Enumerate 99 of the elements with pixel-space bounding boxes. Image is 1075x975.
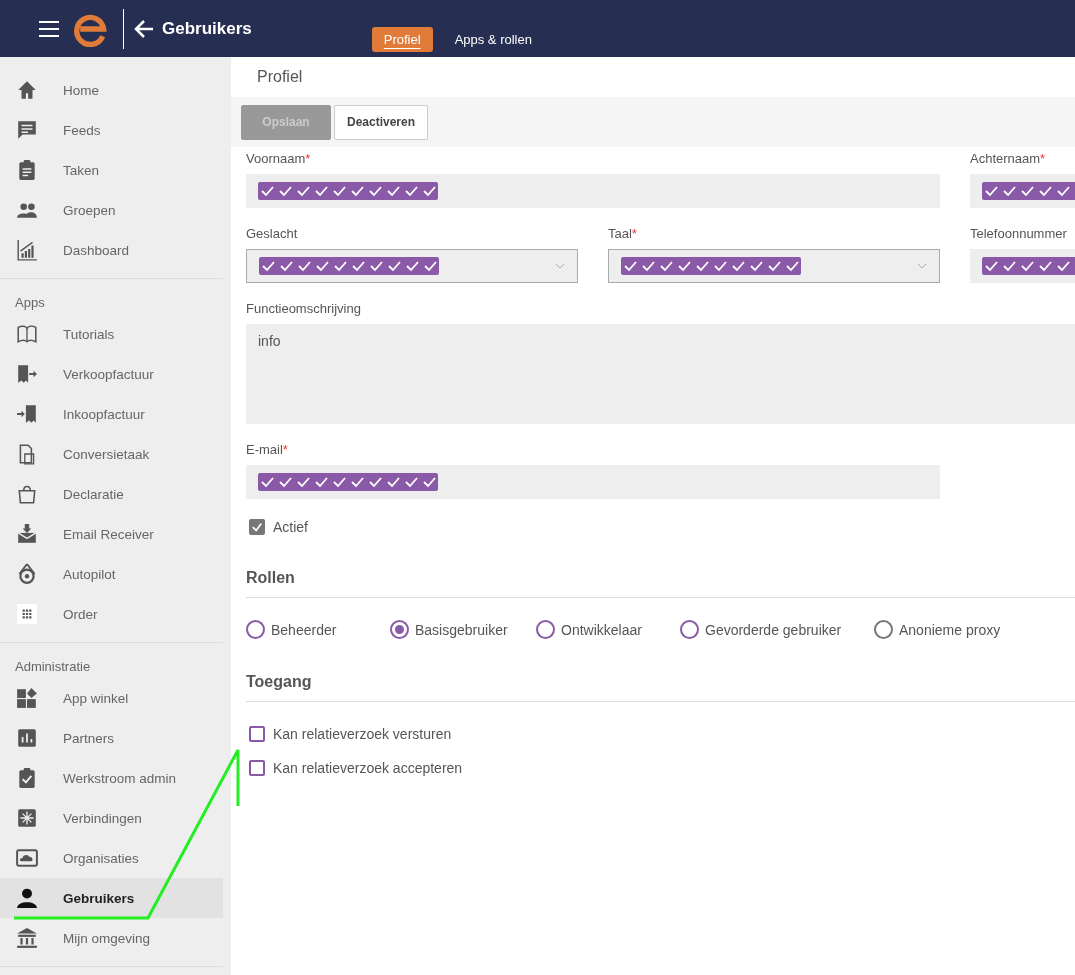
sidebar-item[interactable]: Taken xyxy=(0,150,223,190)
field-label: Voornaam* xyxy=(246,151,312,166)
sidebar-label: Declaratie xyxy=(63,486,124,502)
radio-button[interactable] xyxy=(536,620,555,639)
field-label: Achternaam* xyxy=(970,151,1047,166)
sidebar-item[interactable]: Home xyxy=(0,70,223,110)
radio-label: Anonieme proxy xyxy=(899,621,1001,638)
bar-chart-icon xyxy=(16,727,38,749)
sidebar-label: App winkel xyxy=(63,690,129,706)
tab[interactable]: Apps & rollen xyxy=(442,27,544,52)
section-heading: Administratie xyxy=(14,658,92,676)
checkbox-label: Kan relatieverzoek accepteren xyxy=(273,760,463,776)
sidebar-label: Feeds xyxy=(63,122,101,138)
sidebar-item[interactable]: Groepen xyxy=(0,190,223,230)
sidebar-item[interactable]: Autopilot xyxy=(0,554,223,594)
checkbox[interactable] xyxy=(249,760,265,776)
chat-icon xyxy=(16,119,38,141)
chevron-down-icon xyxy=(555,263,565,269)
radio-label: Basisgebruiker xyxy=(415,621,508,638)
checkbox-label: Actief xyxy=(273,519,308,535)
sidebar-label: Dashboard xyxy=(63,242,130,258)
sidebar-item[interactable]: Feeds xyxy=(0,110,223,150)
back-arrow-icon[interactable] xyxy=(134,18,154,39)
sidebar-item[interactable]: Email Receiver xyxy=(0,514,223,554)
sidebar-item[interactable]: Verbindingen xyxy=(0,798,223,838)
clipboard-check-icon xyxy=(16,767,38,789)
input-field[interactable] xyxy=(246,174,940,208)
sidebar-label: Gebruikers xyxy=(63,890,135,906)
sidebar-label: Groepen xyxy=(63,202,116,218)
sidebar-item[interactable]: Conversietaak xyxy=(0,434,223,474)
sidebar-item[interactable]: App winkel xyxy=(0,678,223,718)
radio-label: Ontwikkelaar xyxy=(561,621,642,638)
sidebar-label: Email Receiver xyxy=(63,526,154,542)
clipboard-icon xyxy=(16,159,38,181)
sidebar-label: Order xyxy=(63,606,98,622)
section-heading: Toegang xyxy=(246,673,1075,702)
tab[interactable]: Profiel xyxy=(371,27,433,52)
radio-label: Gevorderde gebruiker xyxy=(705,621,842,638)
radio-button[interactable] xyxy=(390,620,409,639)
sidebar-label: Conversietaak xyxy=(63,446,150,462)
sidebar-label: Organisaties xyxy=(63,850,139,866)
grid-icon xyxy=(16,603,38,625)
receipt-arrow-icon xyxy=(16,363,38,385)
sidebar-item[interactable]: Organisaties xyxy=(0,838,223,878)
sidebar-label: Verbindingen xyxy=(63,810,142,826)
arrow-receipt-icon xyxy=(16,403,38,425)
chart-icon xyxy=(16,239,38,261)
envelope-icon xyxy=(16,523,38,545)
helmet-icon xyxy=(16,563,38,585)
checkbox[interactable] xyxy=(249,519,265,535)
sidebar-label: Tutorials xyxy=(63,326,115,342)
radio-label: Beheerder xyxy=(271,621,337,638)
sidebar-item[interactable]: Gebruikers xyxy=(0,878,223,918)
section-title: Profiel xyxy=(256,67,304,87)
book-icon xyxy=(16,323,38,345)
sidebar-item[interactable]: Werkstroom admin xyxy=(0,758,223,798)
sidebar-label: Autopilot xyxy=(63,566,116,582)
section-heading: Rollen xyxy=(246,569,1075,598)
tiles-icon xyxy=(16,687,38,709)
menu-icon[interactable] xyxy=(39,20,59,37)
bag-icon xyxy=(16,483,38,505)
sidebar-label: Inkoopfactuur xyxy=(63,406,145,422)
chevron-down-icon xyxy=(917,263,927,269)
sidebar-item[interactable]: Tutorials xyxy=(0,314,223,354)
sidebar-item[interactable]: Inkoopfactuur xyxy=(0,394,223,434)
sidebar-item[interactable]: Dashboard xyxy=(0,230,223,270)
sidebar-item[interactable]: Declaratie xyxy=(0,474,223,514)
field-label: Functieomschrijving xyxy=(246,301,362,316)
bank-icon xyxy=(16,927,38,949)
checkbox-label: Kan relatieverzoek versturen xyxy=(273,726,452,742)
dropdown-field[interactable] xyxy=(608,249,940,283)
sidebar-label: Verkoopfactuur xyxy=(63,366,154,382)
sidebar-label: Partners xyxy=(63,730,115,746)
text-area[interactable]: info xyxy=(246,324,1075,424)
field-label: Geslacht xyxy=(246,226,299,241)
sidebar-label: Werkstroom admin xyxy=(63,770,177,786)
input-field[interactable] xyxy=(246,465,940,499)
dropdown-field[interactable] xyxy=(246,249,578,283)
sidebar-label: Mijn omgeving xyxy=(63,930,151,946)
field-label: Telefoonnummer xyxy=(970,226,1068,241)
home-icon xyxy=(16,79,38,101)
sidebar-item[interactable]: Mijn omgeving xyxy=(0,918,223,958)
sidebar-label: Home xyxy=(63,82,99,98)
action-button[interactable]: Deactiveren xyxy=(334,104,429,140)
sidebar-item[interactable]: Verkoopfactuur xyxy=(0,354,223,394)
sidebar-item[interactable]: Order xyxy=(0,594,223,634)
checkbox[interactable] xyxy=(249,726,265,742)
sidebar-label: Taken xyxy=(63,162,100,178)
cloud-icon xyxy=(16,847,38,869)
radio-button[interactable] xyxy=(680,620,699,639)
radio-button[interactable] xyxy=(246,620,265,639)
person-icon xyxy=(16,887,38,909)
page-title: Gebruikers xyxy=(162,18,252,39)
sidebar-item[interactable]: Partners xyxy=(0,718,223,758)
sparkle-icon xyxy=(16,807,38,829)
field-value: info xyxy=(258,333,281,349)
field-label: Taal* xyxy=(608,226,638,241)
field-label: E-mail* xyxy=(246,442,289,457)
section-heading: Apps xyxy=(14,294,46,312)
